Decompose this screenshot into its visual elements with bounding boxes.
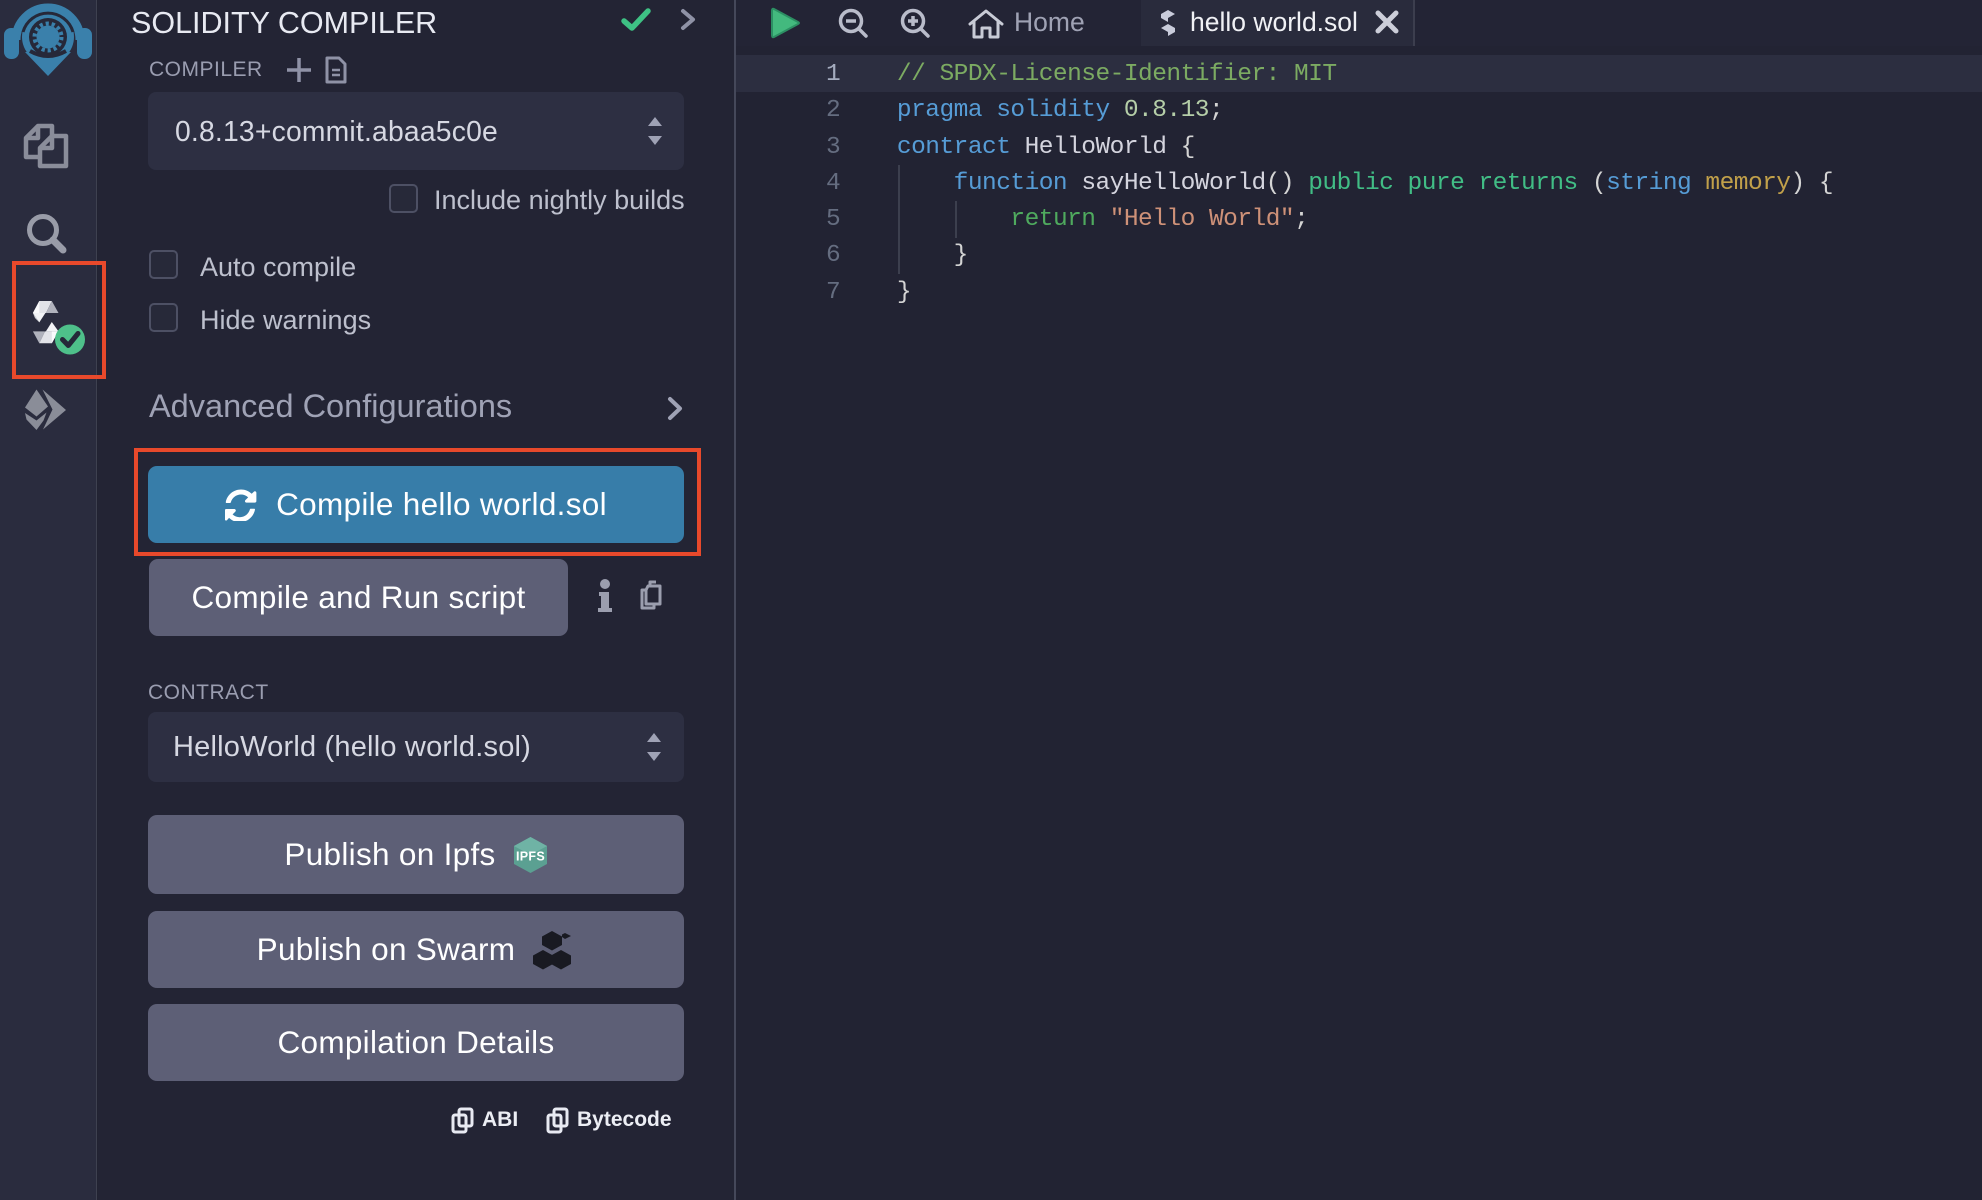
- svg-text:IPFS: IPFS: [516, 849, 545, 863]
